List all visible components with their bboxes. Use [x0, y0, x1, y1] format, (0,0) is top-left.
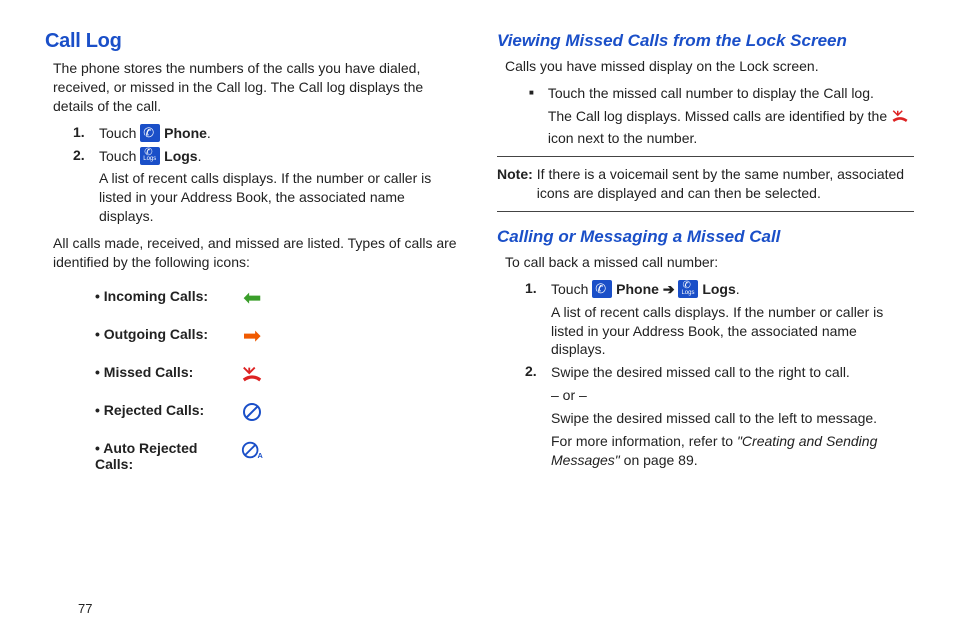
- note-text: If there is a voicemail sent by the same…: [537, 165, 914, 203]
- logs-icon: [678, 280, 698, 298]
- calling-steps: 1. Touch Phone ➔ Logs. A list of recent …: [525, 280, 914, 470]
- logs-icon: [140, 147, 160, 165]
- cstep2-ref-a: For more information, refer to: [551, 433, 737, 449]
- phone-icon: [140, 124, 160, 142]
- row-auto-rejected: Auto Rejected Calls: A: [95, 440, 462, 472]
- heading-calling-messaging: Calling or Messaging a Missed Call: [497, 226, 914, 247]
- incoming-label: Incoming Calls: [104, 288, 204, 304]
- steps-list: 1. Touch Phone. 2. Touch Logs. A list of…: [73, 124, 462, 226]
- missed-label: Missed Calls: [104, 364, 189, 380]
- step-number: 1.: [73, 124, 91, 140]
- step-number: 1.: [525, 280, 543, 296]
- incoming-icon: ➡: [239, 288, 265, 308]
- square-bullet-icon: ■: [529, 88, 534, 148]
- step-number: 2.: [73, 147, 91, 163]
- step-suffix: .: [207, 125, 211, 141]
- mid-paragraph: All calls made, received, and missed are…: [53, 234, 462, 272]
- outgoing-label: Outgoing Calls: [104, 326, 204, 342]
- outgoing-icon: ➡: [239, 326, 265, 346]
- cstep-2: 2. Swipe the desired missed call to the …: [525, 363, 914, 469]
- bullet-sub-a: The Call log displays. Missed calls are …: [548, 108, 891, 124]
- heading-call-log: Call Log: [45, 30, 462, 53]
- cstep2-b: Swipe the desired missed call to the lef…: [551, 409, 914, 428]
- bullet-list: ■ Touch the missed call number to displa…: [529, 84, 914, 148]
- svg-text:A: A: [258, 451, 264, 460]
- autorejected-label: Auto Rejected Calls: [95, 440, 197, 472]
- row-rejected: Rejected Calls:: [95, 402, 462, 422]
- right-column: Viewing Missed Calls from the Lock Scree…: [497, 30, 914, 590]
- bullet-text: Touch the missed call number to display …: [548, 85, 874, 101]
- phone-icon: [592, 280, 612, 298]
- cstep-logs: Logs: [702, 281, 735, 297]
- auto-rejected-icon: A: [239, 440, 265, 460]
- viewing-intro: Calls you have missed display on the Loc…: [505, 57, 914, 76]
- step-text: Touch: [99, 148, 140, 164]
- intro-paragraph: The phone stores the numbers of the call…: [53, 59, 462, 116]
- missed-call-icon: [891, 108, 909, 129]
- step-text: Touch: [99, 125, 140, 141]
- step-suffix: .: [198, 148, 202, 164]
- rejected-label: Rejected Calls: [104, 402, 200, 418]
- cstep2-or: – or –: [551, 386, 914, 405]
- bullet-sub-b: icon next to the number.: [548, 130, 697, 146]
- cstep-prefix: Touch: [551, 281, 592, 297]
- note-label: Note:: [497, 165, 533, 203]
- step-1: 1. Touch Phone.: [73, 124, 462, 143]
- call-type-table: Incoming Calls: ➡ Outgoing Calls: ➡ Miss…: [95, 288, 462, 472]
- heading-viewing-missed: Viewing Missed Calls from the Lock Scree…: [497, 30, 914, 51]
- page-number: 77: [78, 601, 92, 616]
- cstep2-a: Swipe the desired missed call to the rig…: [551, 364, 850, 380]
- row-incoming: Incoming Calls: ➡: [95, 288, 462, 308]
- cstep2-ref-b: on page 89.: [624, 452, 698, 468]
- step-bold: Phone: [164, 125, 207, 141]
- step-bold: Logs: [164, 148, 197, 164]
- row-missed: Missed Calls:: [95, 364, 462, 384]
- cstep-1: 1. Touch Phone ➔ Logs. A list of recent …: [525, 280, 914, 360]
- missed-icon: [239, 364, 265, 384]
- left-column: Call Log The phone stores the numbers of…: [45, 30, 462, 590]
- step-body: A list of recent calls displays. If the …: [99, 169, 462, 226]
- cstep-phone: Phone: [616, 281, 659, 297]
- cstep-suffix: .: [736, 281, 740, 297]
- bullet-item: ■ Touch the missed call number to displa…: [529, 84, 914, 148]
- cstep-body: A list of recent calls displays. If the …: [551, 303, 914, 360]
- note-block: Note: If there is a voicemail sent by th…: [497, 156, 914, 212]
- step-number: 2.: [525, 363, 543, 379]
- calling-intro: To call back a missed call number:: [505, 253, 914, 272]
- row-outgoing: Outgoing Calls: ➡: [95, 326, 462, 346]
- rejected-icon: [239, 402, 265, 422]
- arrow-separator: ➔: [663, 281, 679, 297]
- step-2: 2. Touch Logs. A list of recent calls di…: [73, 147, 462, 227]
